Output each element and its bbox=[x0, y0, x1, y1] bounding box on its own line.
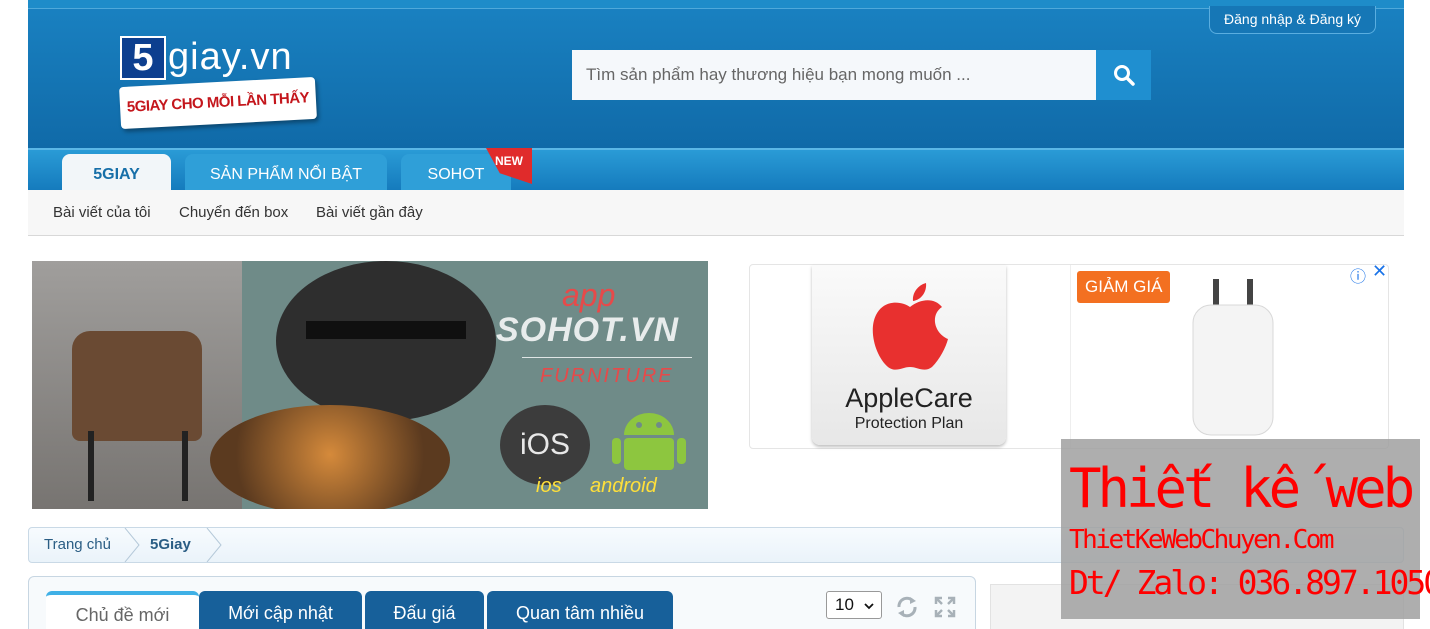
banner-category: FURNITURE bbox=[540, 365, 674, 387]
applecare-product[interactable]: AppleCare Protection Plan bbox=[812, 265, 1006, 445]
applecare-name: AppleCare bbox=[845, 383, 973, 413]
expand-icon[interactable] bbox=[933, 595, 957, 619]
ad-spacer bbox=[726, 456, 1066, 514]
logo-slogan: 5GIAY CHO MỖI LẦN THẤY bbox=[119, 76, 317, 130]
banner-brand: SOHOT.VN bbox=[496, 311, 680, 349]
apple-logo-icon bbox=[872, 283, 948, 370]
dining-table-image bbox=[276, 261, 496, 421]
watermark-overlay: Thiết kế web ThietKeWebChuyen.Com Dt/ Za… bbox=[1061, 439, 1430, 619]
site-header: Đăng nhập & Đăng ký 5 giay.vn 5GIAY CHO … bbox=[28, 0, 1404, 148]
watermark-line-3: Dt/ Zalo: 036.897.1050 bbox=[1069, 563, 1430, 602]
banner-platform-android: android bbox=[590, 475, 657, 497]
chair-leg bbox=[88, 431, 94, 501]
ad-close-icon[interactable]: ✕ bbox=[1372, 261, 1387, 282]
wood-table-image bbox=[210, 405, 450, 509]
charger-product[interactable]: GIẢM GIÁ bbox=[1070, 265, 1388, 448]
chair-image bbox=[72, 331, 202, 441]
search-icon bbox=[1113, 65, 1135, 86]
applecare-subtitle: Protection Plan bbox=[854, 415, 964, 432]
logo-domain: giay.vn bbox=[168, 36, 293, 78]
charger-image bbox=[1192, 279, 1274, 436]
search-input[interactable] bbox=[572, 50, 1096, 100]
tab-san-pham-noi-bat[interactable]: SẢN PHẨM NỔI BẬT bbox=[185, 154, 387, 192]
tab-recently-updated[interactable]: Mới cập nhật bbox=[199, 591, 362, 629]
per-page-select[interactable]: 10 bbox=[826, 591, 882, 619]
subnav-jump-to-box[interactable]: Chuyển đến box bbox=[179, 204, 288, 221]
chevron-down-icon bbox=[864, 603, 874, 610]
subnav-my-posts[interactable]: Bài viết của tôi bbox=[53, 204, 151, 221]
thread-list-box: Chủ đề mới Mới cập nhật Đấu giá Quan tâm… bbox=[28, 576, 976, 629]
breadcrumb-separator-icon bbox=[206, 528, 222, 562]
login-register-link[interactable]: Đăng nhập & Đăng ký bbox=[1209, 6, 1376, 34]
tab-auction[interactable]: Đấu giá bbox=[365, 591, 484, 629]
product-ad[interactable]: AppleCare Protection Plan GIẢM GIÁ ⓘ ✕ bbox=[749, 261, 1389, 449]
site-logo[interactable]: 5 giay.vn 5GIAY CHO MỖI LẦN THẤY bbox=[118, 34, 318, 130]
breadcrumb-current[interactable]: 5Giay bbox=[150, 528, 191, 562]
subnav-recent-posts[interactable]: Bài viết gần đây bbox=[316, 204, 423, 221]
banner-app-title: app bbox=[562, 277, 616, 313]
banner-divider bbox=[522, 357, 692, 358]
sohot-banner[interactable]: app SOHOT.VN FURNITURE iOS ios android bbox=[32, 261, 708, 509]
logo-number: 5 bbox=[120, 36, 166, 80]
android-icon bbox=[612, 413, 686, 470]
refresh-icon[interactable] bbox=[895, 595, 919, 619]
main-nav: 5GIAY SẢN PHẨM NỔI BẬT SOHOT NEW bbox=[28, 148, 1404, 192]
page: Đăng nhập & Đăng ký 5 giay.vn 5GIAY CHO … bbox=[0, 0, 1430, 629]
tab-5giay[interactable]: 5GIAY bbox=[62, 154, 171, 192]
search-bar bbox=[572, 50, 1152, 100]
sale-badge: GIẢM GIÁ bbox=[1077, 271, 1171, 303]
ad-info-icon[interactable]: ⓘ bbox=[1350, 263, 1366, 287]
tab-most-viewed[interactable]: Quan tâm nhiều bbox=[487, 591, 673, 629]
per-page-value: 10 bbox=[835, 595, 854, 614]
banner-platform-ios: ios bbox=[536, 475, 562, 497]
chair-leg bbox=[182, 431, 188, 501]
watermark-line-1: Thiết kế web bbox=[1069, 457, 1415, 520]
watermark-line-2: ThietKeWebChuyen.Com bbox=[1069, 525, 1335, 555]
sub-nav: Bài viết của tôi Chuyển đến box Bài viết… bbox=[28, 190, 1404, 236]
ios-logo: iOS bbox=[500, 405, 590, 485]
search-button[interactable] bbox=[1096, 50, 1151, 100]
tab-newest-threads[interactable]: Chủ đề mới bbox=[46, 591, 199, 629]
breadcrumb-separator-icon bbox=[124, 528, 140, 562]
breadcrumb-home[interactable]: Trang chủ bbox=[44, 528, 111, 562]
